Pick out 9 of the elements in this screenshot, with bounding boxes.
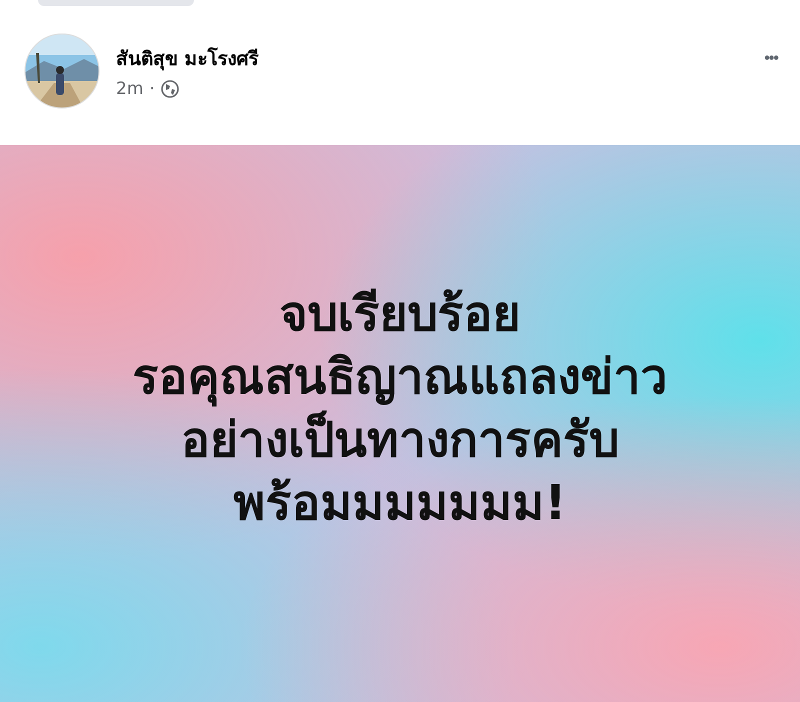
post-text-line: พร้อมมมมมมม! bbox=[234, 474, 566, 532]
author-name[interactable]: สันติสุข มะโรงศรี bbox=[116, 42, 748, 72]
post-text-line: จบเรียบร้อย bbox=[280, 284, 520, 344]
separator: · bbox=[149, 78, 155, 98]
post-text-line: อย่างเป็นทางการครับ bbox=[181, 410, 619, 470]
post-time[interactable]: 2m bbox=[116, 78, 144, 98]
more-options-button[interactable]: ••• bbox=[764, 50, 778, 68]
post-text-line: รอคุณสนธิญาณแถลงข่าว bbox=[132, 348, 668, 408]
globe-icon bbox=[160, 80, 179, 98]
